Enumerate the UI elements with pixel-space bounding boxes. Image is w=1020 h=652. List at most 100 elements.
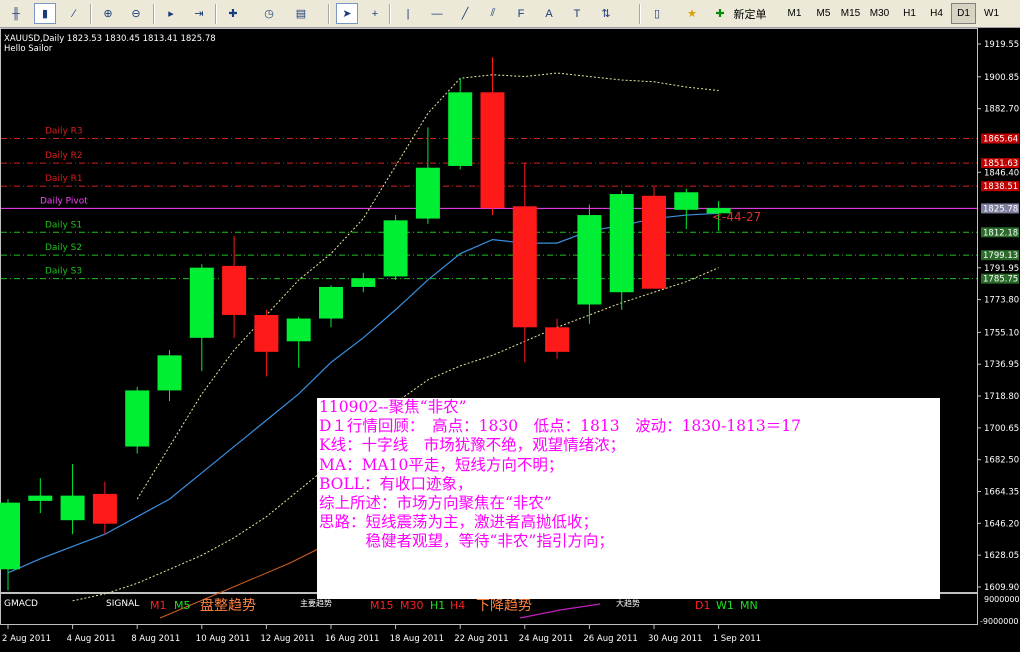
text-label-icon[interactable]: T <box>566 3 588 24</box>
price-tag-text: 1838.51 <box>983 182 1018 192</box>
note-line: K线：十字线 市场犹豫不绝，观望情绪浓； <box>319 436 626 455</box>
crosshair-icon[interactable]: + <box>364 3 386 24</box>
date-axis-label: 2 Aug 2011 <box>2 634 51 644</box>
date-axis-label: 24 Aug 2011 <box>519 634 573 644</box>
chart-header-subtitle: Hello Sailor <box>4 44 53 54</box>
note-line: 110902--聚焦“非农” <box>319 398 467 416</box>
timeframe-h1[interactable]: H1 <box>897 3 922 24</box>
date-axis-label: 10 Aug 2011 <box>196 634 250 644</box>
price-axis-label: 1664.35 <box>984 488 1019 498</box>
indicators-icon[interactable]: ✚ <box>222 3 244 24</box>
candle-body <box>92 493 117 524</box>
group-label-big: 大趋势 <box>616 598 640 608</box>
pivot-label: Daily R1 <box>45 174 83 184</box>
zoom-in-icon[interactable]: ⊕ <box>97 3 119 24</box>
pivot-label: Daily R2 <box>45 151 83 161</box>
candle-body <box>448 92 473 166</box>
magenta-signal-line <box>519 603 601 619</box>
toolbar-separator <box>328 4 330 24</box>
candle-body <box>319 286 343 319</box>
note-line: BOLL：有收口迹象， <box>319 474 473 493</box>
signal-label: SIGNAL <box>106 599 139 609</box>
price-axis-label: 1882.70 <box>984 105 1019 115</box>
timeframe-d1[interactable]: D1 <box>951 3 976 24</box>
timeframe-m5[interactable]: M5 <box>811 3 836 24</box>
date-axis-label: 16 Aug 2011 <box>325 634 379 644</box>
price-axis-label: 1718.80 <box>984 392 1019 402</box>
signal-h4: H4 <box>450 599 465 612</box>
candle-body <box>577 215 602 305</box>
toolbar: ╫ ▮ ∕ ⊕ ⊖ ▸ ⇥ ✚ ◷ ▤ ➤ + | — ╱ ⫽ F A T ⇅ ▯ ★ ✚ 新定单 M1 M5 M15 M30 H1 H4… <box>0 0 1020 28</box>
candle-body <box>254 315 279 352</box>
new-order-label[interactable]: 新定单 <box>731 3 769 24</box>
note-line: D１行情回顾： 高点：1830 低点：1813 波动：1830-1813＝17 <box>319 417 801 436</box>
vertical-line-icon[interactable]: | <box>397 3 419 24</box>
date-axis-label: 8 Aug 2011 <box>131 634 180 644</box>
price-axis-label: 1773.80 <box>984 296 1019 306</box>
navigator-icon[interactable]: ▯ <box>646 3 668 24</box>
price-tag-text: 1785.75 <box>983 275 1018 285</box>
pivot-label: Daily R3 <box>45 127 83 137</box>
toolbar-separator <box>639 4 641 24</box>
equidistant-channel-icon[interactable]: ⫽ <box>482 3 504 24</box>
chart-shift-icon[interactable]: ▸ <box>160 3 182 24</box>
note-line: 思路：短线震荡为主，激进者高抛低收； <box>319 513 599 532</box>
bar-countdown: <-44-27 <box>712 210 761 224</box>
date-axis-label: 30 Aug 2011 <box>648 634 702 644</box>
timeframe-m30[interactable]: M30 <box>867 3 892 24</box>
note-line: 稳健者观望，等待“非农”指引方向； <box>319 532 614 551</box>
date-axis-label: 12 Aug 2011 <box>260 634 314 644</box>
trendline-icon[interactable]: ╱ <box>454 3 476 24</box>
candle-body <box>642 195 666 289</box>
indicator-axis-top: 9000000 <box>984 595 1020 604</box>
toolbar-separator <box>153 4 155 24</box>
zoom-out-icon[interactable]: ⊖ <box>125 3 147 24</box>
new-order-icon[interactable]: ✚ <box>709 3 731 24</box>
bar-chart-icon[interactable]: ╫ <box>5 3 27 24</box>
price-axis-label: 1919.55 <box>984 40 1019 50</box>
line-chart-icon[interactable]: ∕ <box>63 3 85 24</box>
candlestick-chart-icon[interactable]: ▮ <box>34 3 56 24</box>
indicator-axis-bottom: -9000000 <box>980 617 1019 626</box>
horizontal-line-icon[interactable]: — <box>426 3 448 24</box>
candle-body <box>545 327 570 352</box>
price-axis-label: 1846.40 <box>984 168 1019 178</box>
toolbar-separator <box>389 4 391 24</box>
autoscroll-icon[interactable]: ⇥ <box>188 3 210 24</box>
periods-icon[interactable]: ◷ <box>258 3 280 24</box>
price-axis-label: 1791.95 <box>984 264 1019 274</box>
pivot-label: Daily S2 <box>45 243 82 253</box>
fibonacci-icon[interactable]: F <box>510 3 532 24</box>
price-axis-label: 1682.50 <box>984 456 1019 466</box>
candle-body <box>28 495 53 501</box>
price-tag-text: 1865.64 <box>983 135 1018 145</box>
pivot-label: Daily Pivot <box>40 196 88 206</box>
signal-m1: M1 <box>150 599 167 612</box>
timeframe-m1[interactable]: M1 <box>782 3 807 24</box>
price-axis-label: 1736.95 <box>984 360 1019 370</box>
candle-body <box>480 92 505 209</box>
signal-h1: H1 <box>430 599 445 612</box>
candle-body <box>383 220 408 277</box>
pivot-label: Daily S3 <box>45 267 82 277</box>
timeframe-w1[interactable]: W1 <box>979 3 1004 24</box>
candle-body <box>222 265 247 316</box>
templates-icon[interactable]: ▤ <box>290 3 312 24</box>
chart-window[interactable]: Daily R3 Daily R2 Daily R1 Daily Pivot Daily… <box>0 28 1020 649</box>
date-axis-label: 1 Sep 2011 <box>713 634 761 644</box>
signal-m5: M5 <box>174 599 191 612</box>
favorites-icon[interactable]: ★ <box>681 3 703 24</box>
analysis-note: 110902--聚焦“非农” D１行情回顾： 高点：1830 低点：1813 波动… <box>317 398 940 599</box>
note-line: MA：MA10平走，短线方向不明； <box>319 455 564 474</box>
price-tag-text: 1799.13 <box>983 251 1018 261</box>
candle-body <box>157 355 182 391</box>
text-icon[interactable]: A <box>538 3 560 24</box>
price-tag-text: 1812.18 <box>983 228 1018 238</box>
price-axis-label: 1646.20 <box>984 519 1019 529</box>
cursor-icon[interactable]: ➤ <box>336 3 358 24</box>
signal-trend-2: 下降趋势 <box>476 598 532 614</box>
arrows-icon[interactable]: ⇅ <box>595 3 617 24</box>
candle-body <box>0 502 20 570</box>
timeframe-h4[interactable]: H4 <box>924 3 949 24</box>
timeframe-m15[interactable]: M15 <box>838 3 863 24</box>
